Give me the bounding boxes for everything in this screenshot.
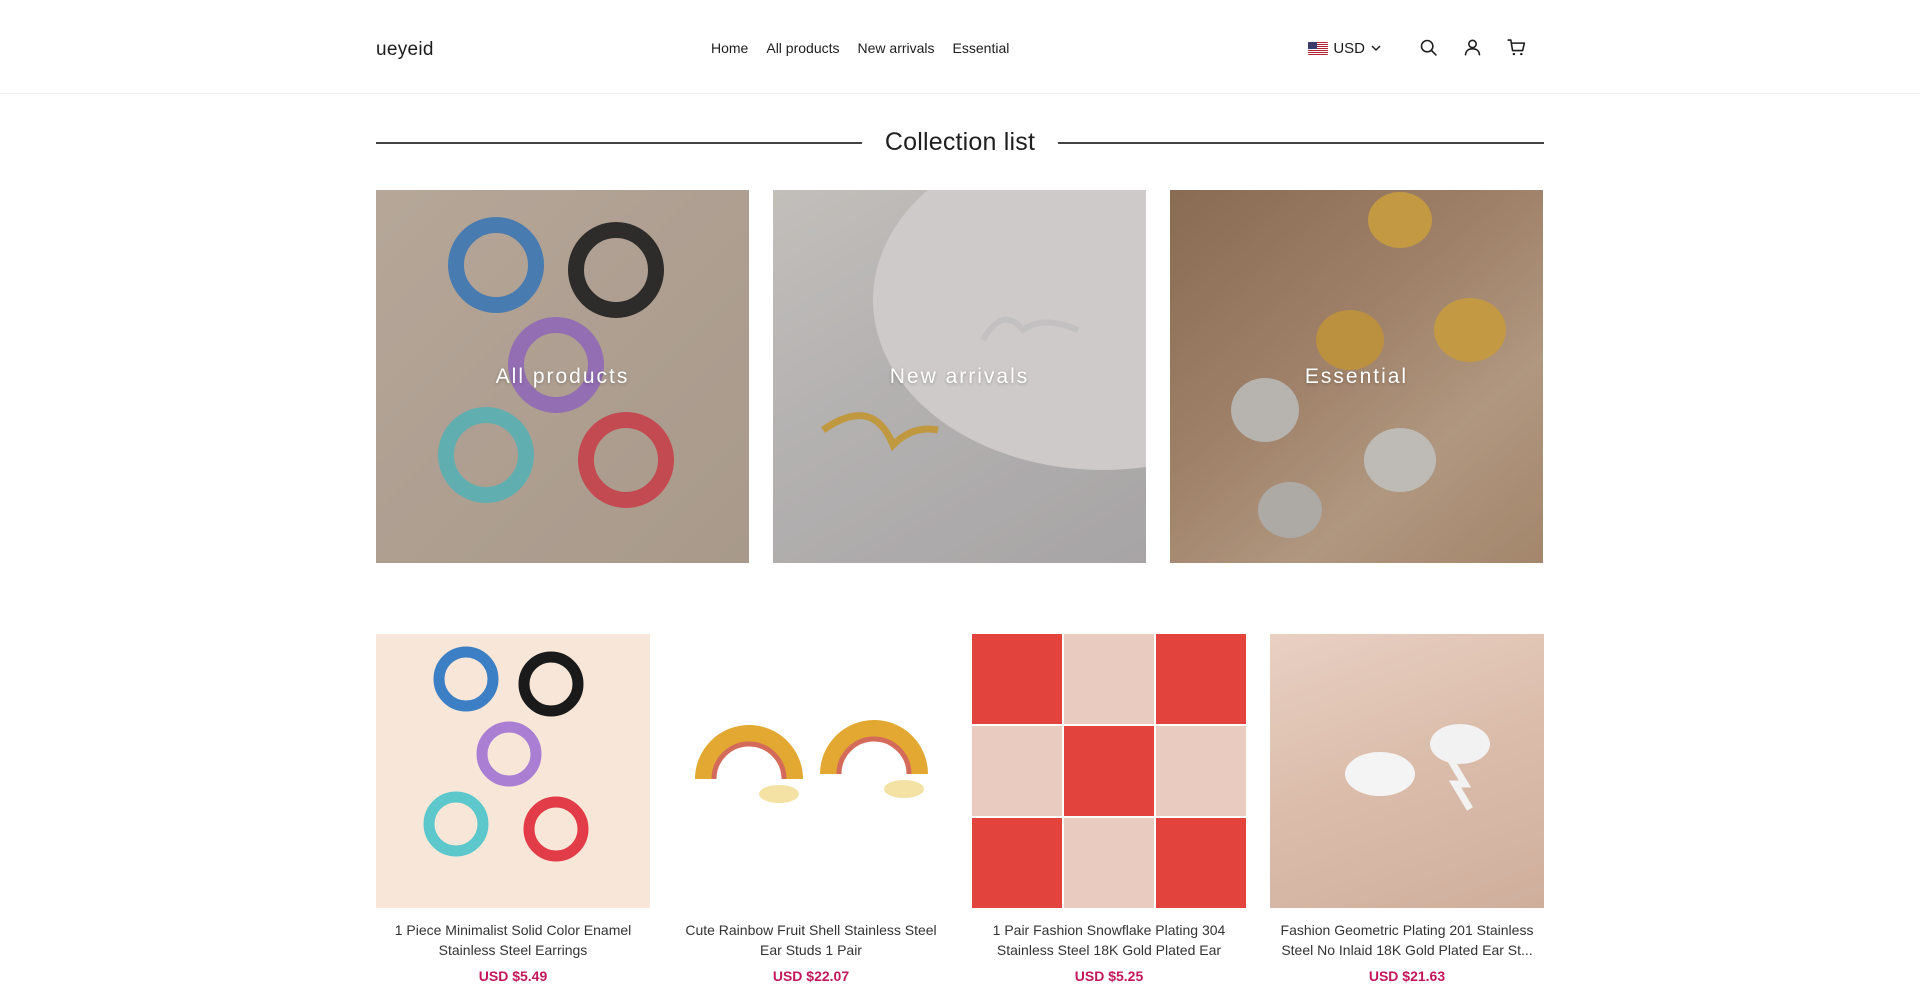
site-logo[interactable]: ueyeid	[376, 33, 434, 61]
product-image[interactable]	[674, 634, 948, 908]
product-title[interactable]: 1 Piece Minimalist Solid Color Enamel St…	[376, 920, 650, 960]
collection-grid: All products New arrivals Essential	[376, 190, 1544, 563]
header-actions: USD	[1308, 0, 1538, 94]
product-title[interactable]: Cute Rainbow Fruit Shell Stainless Steel…	[674, 920, 948, 960]
account-button[interactable]	[1450, 25, 1494, 69]
collection-label: Essential	[1304, 364, 1409, 388]
product-title[interactable]: Fashion Geometric Plating 201 Stainless …	[1270, 920, 1544, 960]
site-header: ueyeid Home All products New arrivals Es…	[0, 0, 1920, 94]
collection-label: New arrivals	[889, 364, 1030, 388]
product-title[interactable]: 1 Pair Fashion Snowflake Plating 304 Sta…	[972, 920, 1246, 960]
image-tile	[1064, 634, 1154, 724]
nav-home[interactable]: Home	[711, 40, 748, 56]
cart-button[interactable]	[1494, 25, 1538, 69]
us-flag-icon	[1308, 41, 1329, 55]
chevron-down-icon	[1371, 45, 1381, 52]
product-price: USD $5.25	[1074, 968, 1144, 984]
product-price: USD $5.49	[478, 968, 548, 984]
currency-label: USD	[1333, 39, 1365, 57]
account-icon	[1464, 39, 1480, 55]
image-tile	[972, 818, 1062, 908]
image-tile	[972, 726, 1062, 816]
image-tile	[1064, 818, 1154, 908]
main-nav: Home All products New arrivals Essential	[711, 0, 1009, 94]
image-tile	[1064, 726, 1154, 816]
cart-icon	[1506, 38, 1525, 55]
collection-card-essential[interactable]: Essential	[1170, 190, 1543, 563]
rainbow-studs-image	[695, 720, 928, 803]
nav-new-arrivals[interactable]: New arrivals	[858, 40, 935, 56]
heading-rule-right	[1058, 142, 1544, 144]
product-price: USD $22.07	[772, 968, 850, 984]
image-tile	[972, 634, 1062, 724]
product-grid: 1 Piece Minimalist Solid Color Enamel St…	[376, 634, 1544, 984]
section-title: Collection list	[864, 127, 1056, 157]
image-tile	[1156, 726, 1246, 816]
collection-list-heading: Collection list	[376, 94, 1544, 190]
nav-essential[interactable]: Essential	[953, 40, 1010, 56]
product-image[interactable]	[972, 634, 1246, 908]
search-button[interactable]	[1406, 25, 1450, 69]
product-price: USD $21.63	[1368, 968, 1446, 984]
image-tile	[1156, 634, 1246, 724]
enamel-hoops-image	[423, 646, 589, 862]
heading-rule-left	[376, 142, 862, 144]
collection-card-all-products[interactable]: All products	[376, 190, 749, 563]
product-image[interactable]	[376, 634, 650, 908]
image-tile	[1156, 818, 1246, 908]
product-card[interactable]: 1 Pair Fashion Snowflake Plating 304 Sta…	[972, 634, 1246, 984]
currency-selector[interactable]: USD	[1308, 38, 1382, 57]
product-card[interactable]: Cute Rainbow Fruit Shell Stainless Steel…	[674, 634, 948, 984]
collection-card-new-arrivals[interactable]: New arrivals	[773, 190, 1146, 563]
cloud-studs-image	[1345, 724, 1490, 811]
product-card[interactable]: 1 Piece Minimalist Solid Color Enamel St…	[376, 634, 650, 984]
product-card[interactable]: Fashion Geometric Plating 201 Stainless …	[1270, 634, 1544, 984]
nav-all-products[interactable]: All products	[766, 40, 839, 56]
product-image[interactable]	[1270, 634, 1544, 908]
collection-label: All products	[495, 364, 630, 388]
search-icon	[1420, 39, 1437, 56]
